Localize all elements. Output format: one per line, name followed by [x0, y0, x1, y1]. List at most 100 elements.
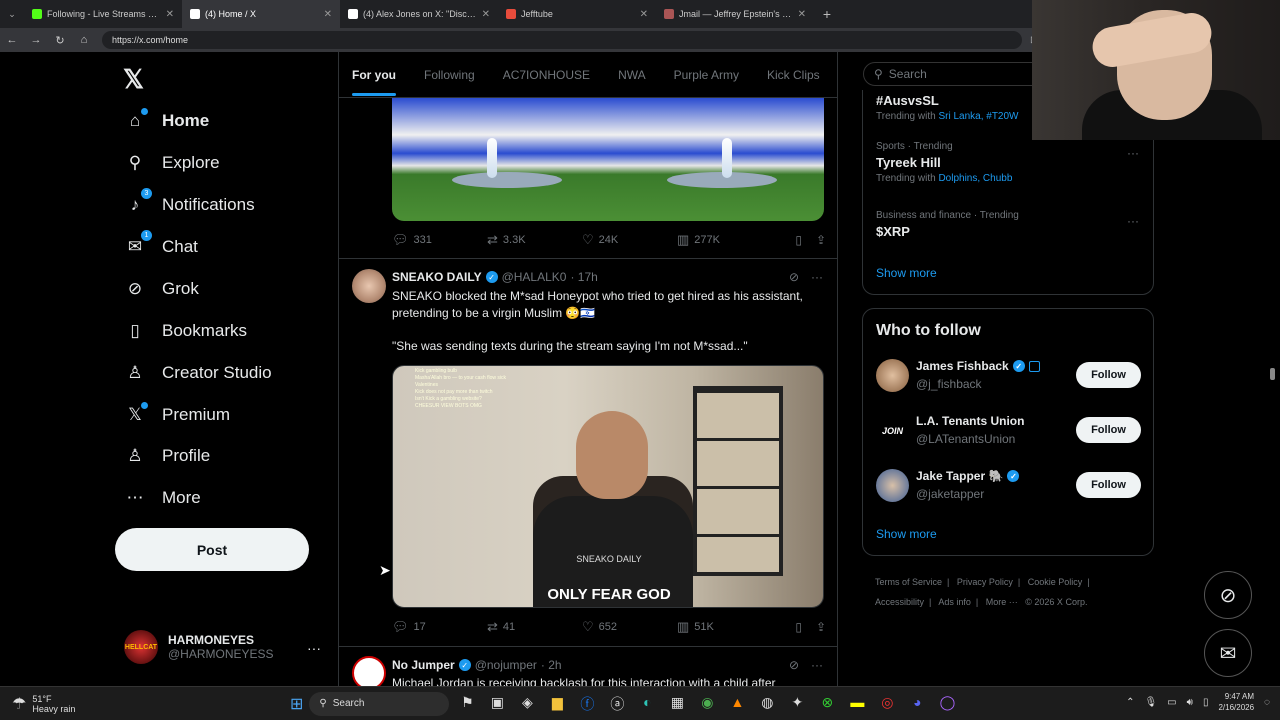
more-dots-icon[interactable]: ··· [1127, 214, 1139, 228]
follow-suggestion[interactable]: JOIN L.A. Tenants Union @LATenantsUnion … [876, 414, 1141, 450]
repost-button[interactable]: ⇄ 3.3K [487, 232, 582, 248]
author-name[interactable]: SNEAKO DAILY [392, 270, 482, 284]
url-field[interactable]: https://x.com/home [102, 31, 1022, 49]
sidebar-item-chat[interactable]: ✉ 1 Chat [124, 230, 198, 258]
tab-kick-clips[interactable]: Kick Clips [767, 68, 820, 82]
file-explorer-icon[interactable]: ▆ [547, 694, 567, 714]
views-button[interactable]: ▥ 277K [677, 232, 772, 248]
close-tab-icon[interactable]: ✕ [166, 9, 174, 20]
more-dots-icon[interactable]: ··· [811, 270, 823, 284]
tab-list-menu-icon[interactable]: ⌄ [0, 9, 24, 20]
sidebar-item-more[interactable]: ⋯ More [124, 487, 201, 509]
trends-show-more-link[interactable]: Show more [876, 266, 937, 280]
follow-suggestion[interactable]: James Fishback ✓ @j_fishback Follow [876, 359, 1141, 395]
repost-button[interactable]: ⇄ 41 [487, 619, 582, 635]
bookmark-icon[interactable]: ▯ [795, 620, 802, 634]
back-arrow-icon[interactable]: ← [0, 34, 24, 46]
scrollbar-thumb[interactable] [1270, 368, 1275, 380]
grok-fab-icon[interactable]: ⊘ [1204, 571, 1252, 619]
grok-icon[interactable]: ⊘ [789, 270, 799, 284]
sidebar-item-creator-studio[interactable]: ♙ Creator Studio [124, 362, 271, 384]
app-icon[interactable]: ✦ [787, 694, 807, 714]
close-tab-icon[interactable]: ✕ [798, 9, 806, 20]
new-tab-icon[interactable]: + [814, 6, 840, 22]
weather-widget[interactable]: ☂ 51°F Heavy rain [0, 694, 290, 714]
sidebar-item-explore[interactable]: ⚲ Explore [124, 152, 220, 174]
avatar[interactable] [352, 656, 386, 686]
browser-home-icon[interactable]: ⌂ [72, 34, 96, 46]
x-logo-icon[interactable]: 𝕏 [123, 64, 144, 95]
trend-with-links[interactable]: Dolphins, Chubb [938, 173, 1012, 184]
microphone-icon[interactable]: 🎙︎ [1144, 697, 1157, 708]
author-name[interactable]: No Jumper [392, 658, 455, 672]
clock[interactable]: 9:47 AM 2/16/2026 [1218, 691, 1254, 713]
edge-icon[interactable]: ◐ [637, 694, 657, 714]
battery-icon[interactable]: ▯ [1203, 697, 1209, 708]
close-tab-icon[interactable]: ✕ [324, 9, 332, 20]
chevron-up-icon[interactable]: ⌃ [1126, 697, 1134, 708]
copilot-icon[interactable]: ◈ [517, 694, 537, 714]
trend-item[interactable]: Sports · Trending Tyreek Hill Trending w… [876, 141, 1012, 184]
more-dots-icon[interactable]: ··· [1127, 146, 1139, 160]
browser-tab-jmail[interactable]: Jmail — Jeffrey Epstein's Emails ✕ [656, 0, 814, 28]
sidebar-item-home[interactable]: ⌂ Home [124, 108, 209, 132]
amazon-icon[interactable]: ⓐ [607, 694, 627, 714]
follow-button[interactable]: Follow [1076, 362, 1141, 388]
browser-tab-alex-jones[interactable]: (4) Alex Jones on X: "Discover the ✕ [340, 0, 498, 28]
sidebar-item-premium[interactable]: 𝕏 Premium [124, 402, 230, 426]
reply-button[interactable]: 💬︎ 17 [392, 619, 487, 635]
tab-for-you[interactable]: For you [352, 68, 396, 96]
like-button[interactable]: ♡ 24K [582, 232, 677, 248]
post-video[interactable]: Kick gambling bulb Masha'Allah bro — to … [392, 365, 824, 608]
chrome-icon[interactable]: ◉ [697, 694, 717, 714]
discord-icon[interactable]: ◕ [907, 694, 927, 714]
post-time[interactable]: · 17h [570, 270, 597, 284]
post-image-white-house[interactable] [392, 98, 824, 221]
like-button[interactable]: ♡ 652 [582, 619, 677, 635]
who-to-follow-show-more-link[interactable]: Show more [876, 527, 937, 541]
bookmark-icon[interactable]: ▯ [795, 233, 802, 247]
sidebar-item-notifications[interactable]: ♪ 3 Notifications [124, 188, 255, 216]
tab-ac7ionhouse[interactable]: AC7IONHOUSE [503, 68, 590, 82]
more-dots-icon[interactable]: ··· [811, 658, 823, 672]
trend-item[interactable]: #AusvsSL Trending with Sri Lanka, #T20W [876, 90, 1019, 122]
close-tab-icon[interactable]: ✕ [640, 9, 648, 20]
footer-link[interactable]: Accessibility [875, 597, 924, 607]
xbox-icon[interactable]: ⊗ [817, 694, 837, 714]
tab-nwa[interactable]: NWA [618, 68, 646, 82]
close-tab-icon[interactable]: ✕ [482, 9, 490, 20]
sidebar-item-bookmarks[interactable]: ▯ Bookmarks [124, 320, 247, 342]
trend-with-links[interactable]: Sri Lanka, #T20W [938, 111, 1018, 122]
footer-link[interactable]: Privacy Policy [957, 577, 1013, 587]
browser-tab-jefftube[interactable]: Jefftube ✕ [498, 0, 656, 28]
author-handle[interactable]: @nojumper [475, 658, 537, 672]
sidebar-item-grok[interactable]: ⊘ Grok [124, 278, 199, 300]
app-icon[interactable]: ◯ [937, 694, 957, 714]
share-icon[interactable]: ⇪ [816, 233, 826, 247]
post-button[interactable]: Post [115, 528, 309, 571]
notes-icon[interactable]: ▬ [847, 694, 867, 714]
post-time[interactable]: · 2h [541, 658, 562, 672]
network-icon[interactable]: ▭ [1167, 697, 1176, 708]
footer-link[interactable]: Cookie Policy [1028, 577, 1083, 587]
windows-start-icon[interactable]: ⊞ [290, 694, 303, 714]
app-icon[interactable]: ◎ [877, 694, 897, 714]
flag-icon[interactable]: ⚑ [457, 694, 477, 714]
task-view-icon[interactable]: ▣ [487, 694, 507, 714]
footer-link[interactable]: More ··· [986, 597, 1018, 607]
follow-suggestion[interactable]: Jake Tapper 🐘 ✓ @jaketapper Follow [876, 469, 1141, 505]
browser-tab-kick[interactable]: Following - Live Streams on Kick ✕ [24, 0, 182, 28]
reply-button[interactable]: 💬︎ 331 [392, 232, 487, 248]
trend-item[interactable]: Business and finance · Trending $XRP [876, 210, 1019, 239]
footer-link[interactable]: Ads info [938, 597, 971, 607]
facebook-icon[interactable]: ⓕ [577, 694, 597, 714]
account-switcher[interactable]: HELLCAT HARMONEYES @HARMONEYESS ··· [124, 630, 324, 664]
calculator-icon[interactable]: ▦ [667, 694, 687, 714]
share-icon[interactable]: ⇪ [816, 620, 826, 634]
author-handle[interactable]: @HALALK0 [502, 270, 567, 284]
vlc-icon[interactable]: ▲ [727, 694, 747, 714]
messages-fab-icon[interactable]: ✉ [1204, 629, 1252, 677]
footer-link[interactable]: Terms of Service [875, 577, 942, 587]
notification-bell-icon[interactable]: ◌ [1264, 697, 1270, 708]
follow-button[interactable]: Follow [1076, 417, 1141, 443]
